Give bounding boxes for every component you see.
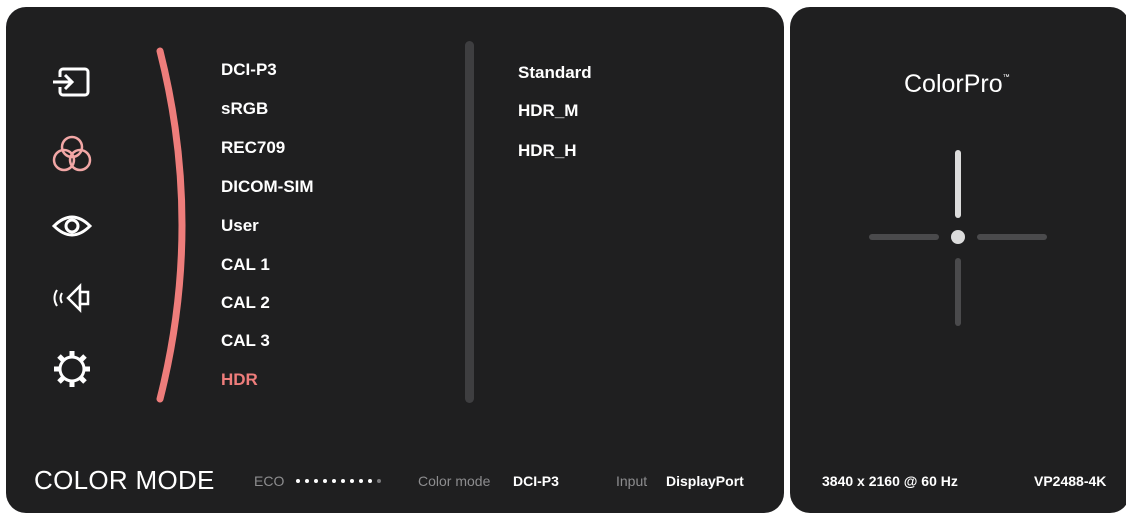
eco-dot [377, 479, 381, 483]
menu-item-cal3[interactable]: CAL 3 [221, 331, 270, 351]
submenu-item-standard[interactable]: Standard [518, 63, 592, 83]
trademark: ™ [1002, 74, 1010, 81]
brand-name: ColorPro [904, 70, 1003, 98]
menu-item-srgb[interactable]: sRGB [221, 99, 268, 119]
color-icon[interactable] [50, 133, 94, 177]
eco-level-indicator [296, 479, 381, 483]
eco-dot [323, 479, 327, 483]
input-label: Input [616, 473, 648, 489]
eco-dot [305, 479, 309, 483]
eco-dot [296, 479, 300, 483]
color-mode-label: Color mode [418, 473, 491, 489]
model-name: VP2488-4K [1034, 473, 1107, 489]
menu-item-rec709[interactable]: REC709 [221, 138, 285, 158]
color-mode-value: DCI-P3 [513, 473, 559, 489]
menu-item-dci-p3[interactable]: DCI-P3 [221, 60, 277, 80]
eco-dot [350, 479, 354, 483]
submenu-item-hdr-m[interactable]: HDR_M [518, 101, 578, 121]
eco-dot [359, 479, 363, 483]
selection-arc [156, 47, 186, 403]
osd-side-panel: ColorPro™ 3840 x 2160 @ 60 Hz VP2488-4K [790, 7, 1126, 513]
column-divider [465, 41, 474, 403]
input-icon[interactable] [50, 61, 94, 105]
menu-item-user[interactable]: User [221, 216, 259, 236]
resolution-info: 3840 x 2160 @ 60 Hz [822, 473, 958, 489]
menu-item-cal1[interactable]: CAL 1 [221, 255, 270, 275]
eye-icon[interactable] [50, 204, 94, 248]
eco-label: ECO [254, 473, 285, 489]
eco-dot [314, 479, 318, 483]
osd-main-panel: DCI-P3 sRGB REC709 DICOM-SIM User CAL 1 … [6, 7, 784, 513]
menu-item-dicom-sim[interactable]: DICOM-SIM [221, 177, 314, 197]
submenu-item-hdr-h[interactable]: HDR_H [518, 141, 577, 161]
menu-item-cal2[interactable]: CAL 2 [221, 293, 270, 313]
eco-dot [368, 479, 372, 483]
audio-icon[interactable] [50, 276, 94, 320]
eco-dot [341, 479, 345, 483]
joystick-icon [869, 150, 1047, 326]
page-title: COLOR MODE [34, 465, 215, 495]
input-value: DisplayPort [666, 473, 744, 489]
settings-icon[interactable] [50, 347, 94, 391]
eco-dot [332, 479, 336, 483]
brand-logo: ColorPro™ [904, 70, 1010, 99]
menu-item-hdr[interactable]: HDR [221, 370, 258, 390]
